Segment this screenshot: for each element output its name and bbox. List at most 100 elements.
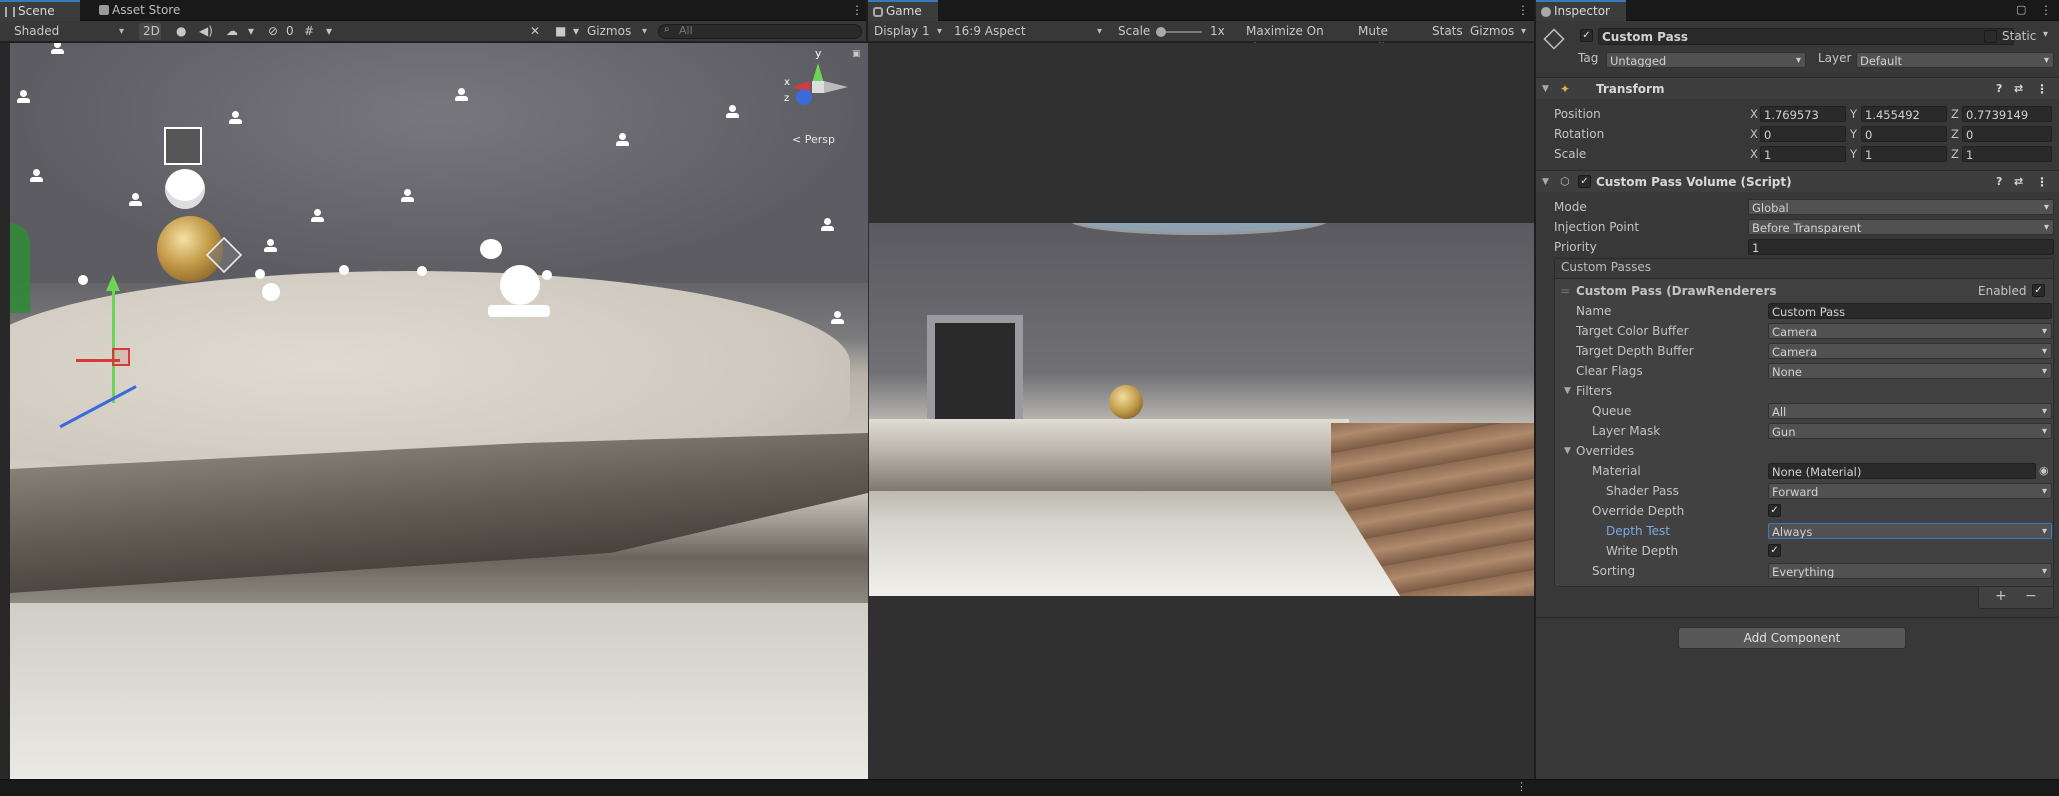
list-remove-button[interactable]: − bbox=[2025, 588, 2037, 604]
shading-dropdown[interactable]: Shaded bbox=[10, 23, 128, 40]
volume-enabled-checkbox[interactable]: ✓ bbox=[1578, 175, 1591, 188]
scene-search[interactable]: ⌕ All bbox=[658, 24, 862, 39]
light-probe-icon[interactable] bbox=[725, 105, 739, 121]
write-depth-checkbox[interactable]: ✓ bbox=[1768, 544, 1781, 557]
audio-source-icon[interactable] bbox=[480, 239, 502, 259]
overrides-foldout[interactable]: ▼ Overrides bbox=[1536, 442, 2059, 460]
light-probe-icon[interactable] bbox=[820, 218, 834, 234]
light-probe-icon[interactable] bbox=[615, 133, 629, 149]
inspector-menu-icon[interactable]: ⋮ bbox=[2040, 3, 2052, 17]
position-x-field[interactable]: 1.769573 bbox=[1760, 106, 1846, 122]
add-component-button[interactable]: Add Component bbox=[1678, 627, 1906, 649]
pass-enabled-checkbox[interactable]: ✓ bbox=[2032, 284, 2045, 297]
depth-test-dropdown[interactable]: Always bbox=[1768, 523, 2052, 539]
static-dropdown-icon[interactable]: ▾ bbox=[2043, 29, 2048, 40]
clear-flags-dropdown[interactable]: None bbox=[1768, 363, 2052, 379]
lock-icon[interactable]: ▣ bbox=[852, 49, 861, 59]
queue-dropdown[interactable]: All bbox=[1768, 403, 2052, 419]
light-probe-icon[interactable] bbox=[29, 169, 43, 185]
reflection-probe-icon[interactable] bbox=[164, 127, 202, 165]
orientation-gizmo[interactable]: y x z ▣ bbox=[784, 47, 861, 127]
priority-field[interactable]: 1 bbox=[1748, 239, 2054, 255]
light-probe-icon[interactable] bbox=[400, 189, 414, 205]
move-handle-y[interactable] bbox=[112, 283, 115, 403]
camera-icon[interactable]: ■ bbox=[551, 23, 569, 40]
visibility-icon[interactable]: ⊘ bbox=[264, 23, 284, 40]
game-gizmos-dropdown[interactable]: Gizmos bbox=[1466, 23, 1530, 40]
scale-slider-thumb[interactable] bbox=[1156, 27, 1166, 37]
color-buffer-dropdown[interactable]: Camera bbox=[1768, 323, 2052, 339]
tab-asset-store[interactable]: Asset Store bbox=[94, 0, 194, 21]
static-label[interactable]: Static bbox=[2002, 29, 2036, 43]
pass-name-field[interactable]: Custom Pass bbox=[1768, 303, 2052, 319]
tools-icon[interactable]: ✕ bbox=[526, 23, 544, 40]
volume-header[interactable]: ▼ ⬡ ✓ Custom Pass Volume (Script) ? ⇄ ⋮ bbox=[1536, 170, 2059, 192]
list-add-button[interactable]: + bbox=[1995, 588, 2007, 604]
tab-game[interactable]: Game bbox=[868, 0, 938, 21]
active-checkbox[interactable]: ✓ bbox=[1580, 29, 1593, 42]
help-icon[interactable]: ? bbox=[1996, 78, 2002, 100]
component-menu-icon[interactable]: ⋮ bbox=[2036, 171, 2048, 193]
help-icon[interactable]: ? bbox=[1996, 171, 2002, 193]
inspector-lock-icon[interactable]: ▢ bbox=[2016, 3, 2026, 16]
game-menu-icon[interactable]: ⋮ bbox=[1517, 3, 1529, 17]
light-probe-icon[interactable] bbox=[830, 311, 844, 327]
grid-dropdown-icon[interactable]: ▾ bbox=[322, 23, 336, 40]
status-menu-icon[interactable]: ⋮ bbox=[1516, 780, 1527, 793]
aspect-dropdown[interactable]: 16:9 Aspect bbox=[950, 23, 1106, 40]
game-gold-sphere[interactable] bbox=[1109, 385, 1143, 419]
position-y-field[interactable]: 1.455492 bbox=[1861, 106, 1947, 122]
scale-y-field[interactable]: 1 bbox=[1861, 146, 1947, 162]
display-dropdown[interactable]: Display 1 bbox=[870, 23, 946, 40]
light-probe-icon[interactable] bbox=[128, 193, 142, 209]
maximize-on-play-button[interactable]: Maximize On Play bbox=[1242, 23, 1350, 55]
object-name-field[interactable]: Custom Pass bbox=[1598, 28, 2014, 45]
filters-foldout[interactable]: ▼ Filters bbox=[1536, 382, 2059, 400]
light-probe-icon[interactable] bbox=[454, 88, 468, 104]
scale-slider[interactable] bbox=[1156, 27, 1202, 37]
move-plane-handle[interactable] bbox=[112, 348, 130, 366]
sorting-dropdown[interactable]: Everything bbox=[1768, 563, 2052, 579]
layer-dropdown[interactable]: Default bbox=[1856, 52, 2054, 68]
scene-gizmos-dropdown[interactable]: Gizmos bbox=[583, 23, 651, 40]
preset-icon[interactable]: ⇄ bbox=[2014, 78, 2023, 100]
light-probe-icon[interactable] bbox=[16, 90, 30, 106]
drag-handle-icon[interactable]: = bbox=[1560, 282, 1570, 300]
audio-icon[interactable]: ◀) bbox=[195, 23, 215, 40]
static-toggle[interactable] bbox=[1984, 30, 1997, 43]
toggle-2d-button[interactable]: 2D bbox=[139, 23, 161, 40]
effects-dropdown-icon[interactable]: ▾ bbox=[244, 23, 258, 40]
camera-dropdown-icon[interactable]: ▾ bbox=[569, 23, 583, 40]
preset-icon[interactable]: ⇄ bbox=[2014, 171, 2023, 193]
grid-icon[interactable]: # bbox=[300, 23, 320, 40]
layer-mask-dropdown[interactable]: Gun bbox=[1768, 423, 2052, 439]
component-menu-icon[interactable]: ⋮ bbox=[2036, 78, 2048, 100]
scale-x-field[interactable]: 1 bbox=[1760, 146, 1846, 162]
rotation-y-field[interactable]: 0 bbox=[1861, 126, 1947, 142]
transform-header[interactable]: ▼ ✦ Transform ? ⇄ ⋮ bbox=[1536, 77, 2059, 99]
light-probe-icon[interactable] bbox=[310, 209, 324, 225]
mode-dropdown[interactable]: Global bbox=[1748, 199, 2054, 215]
material-field[interactable]: None (Material) bbox=[1768, 463, 2036, 479]
scene-menu-icon[interactable]: ⋮ bbox=[851, 3, 863, 17]
effects-icon[interactable]: ☁ bbox=[222, 23, 242, 40]
game-view[interactable] bbox=[869, 223, 1534, 596]
object-picker-icon[interactable]: ◉ bbox=[2039, 462, 2049, 480]
depth-buffer-dropdown[interactable]: Camera bbox=[1768, 343, 2052, 359]
stats-button[interactable]: Stats bbox=[1428, 23, 1464, 40]
tab-inspector[interactable]: Inspector bbox=[1536, 0, 1626, 21]
rotation-z-field[interactable]: 0 bbox=[1962, 126, 2052, 142]
scale-z-field[interactable]: 1 bbox=[1962, 146, 2052, 162]
sphere-gizmo-icon[interactable] bbox=[165, 169, 205, 209]
player-gizmo-icon[interactable] bbox=[500, 265, 540, 305]
light-probe-icon[interactable] bbox=[50, 43, 64, 57]
pass-header-row[interactable]: = Custom Pass (DrawRenderersCu Enabled ✓ bbox=[1536, 282, 2059, 300]
tab-scene[interactable]: Scene bbox=[0, 0, 80, 21]
mute-audio-button[interactable]: Mute Audio bbox=[1354, 23, 1424, 55]
scene-viewport[interactable]: y x z ▣ < Persp bbox=[10, 43, 868, 779]
position-z-field[interactable]: 0.7739149 bbox=[1962, 106, 2052, 122]
light-probe-icon[interactable] bbox=[263, 239, 277, 255]
persp-label[interactable]: < Persp bbox=[792, 133, 835, 146]
override-depth-checkbox[interactable]: ✓ bbox=[1768, 504, 1781, 517]
lighting-icon[interactable]: ● bbox=[172, 23, 192, 40]
